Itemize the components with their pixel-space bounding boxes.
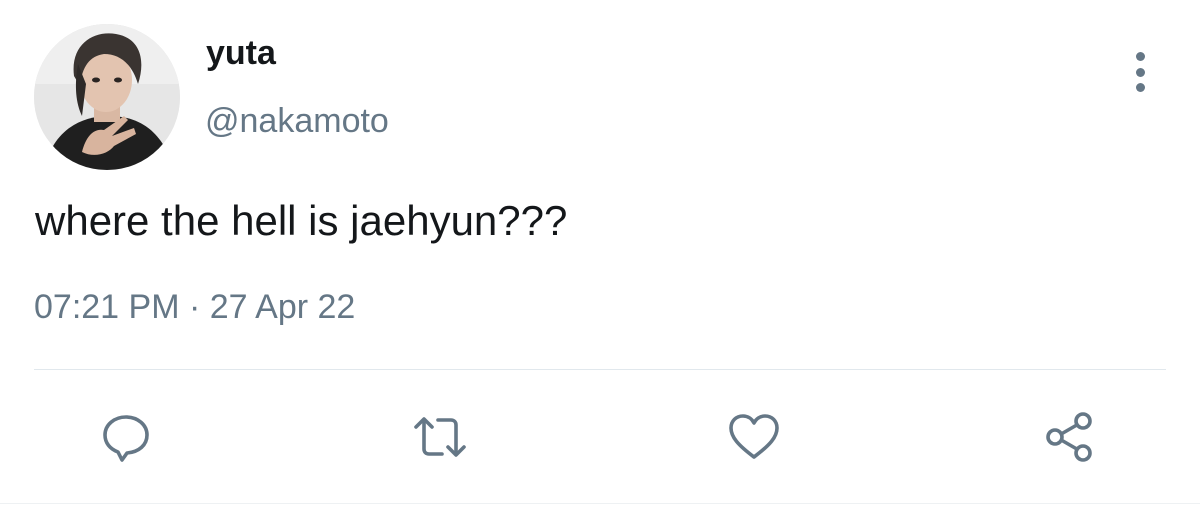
- retweet-arrows-icon: [414, 417, 466, 457]
- meta-separator: ·: [188, 288, 201, 326]
- heart-icon: [729, 414, 779, 459]
- tweet-text: where the hell is jaehyun???: [35, 197, 568, 244]
- vertical-ellipsis-icon: [1135, 67, 1145, 77]
- speech-bubble-icon: [103, 415, 149, 462]
- share-button[interactable]: [1040, 409, 1100, 465]
- more-options-button[interactable]: [1122, 52, 1158, 92]
- divider: [34, 369, 1166, 370]
- display-name[interactable]: yuta: [206, 36, 276, 70]
- user-handle[interactable]: @nakamoto: [205, 104, 389, 138]
- reply-button[interactable]: [96, 409, 156, 465]
- bottom-divider: [0, 503, 1200, 504]
- tweet-card: yuta @nakamoto where the hell is jaehyun…: [0, 0, 1200, 521]
- avatar[interactable]: [34, 24, 180, 170]
- tweet-timestamp[interactable]: 07:21 PM · 27 Apr 22: [34, 290, 355, 324]
- tweet-date: 27 Apr 22: [209, 288, 356, 326]
- vertical-ellipsis-icon: [1135, 52, 1145, 61]
- vertical-ellipsis-icon: [1135, 83, 1145, 92]
- like-button[interactable]: [724, 409, 784, 465]
- retweet-button[interactable]: [410, 409, 470, 465]
- avatar-photo: [34, 24, 180, 170]
- share-nodes-icon: [1046, 412, 1092, 462]
- tweet-time: 07:21 PM: [34, 288, 180, 326]
